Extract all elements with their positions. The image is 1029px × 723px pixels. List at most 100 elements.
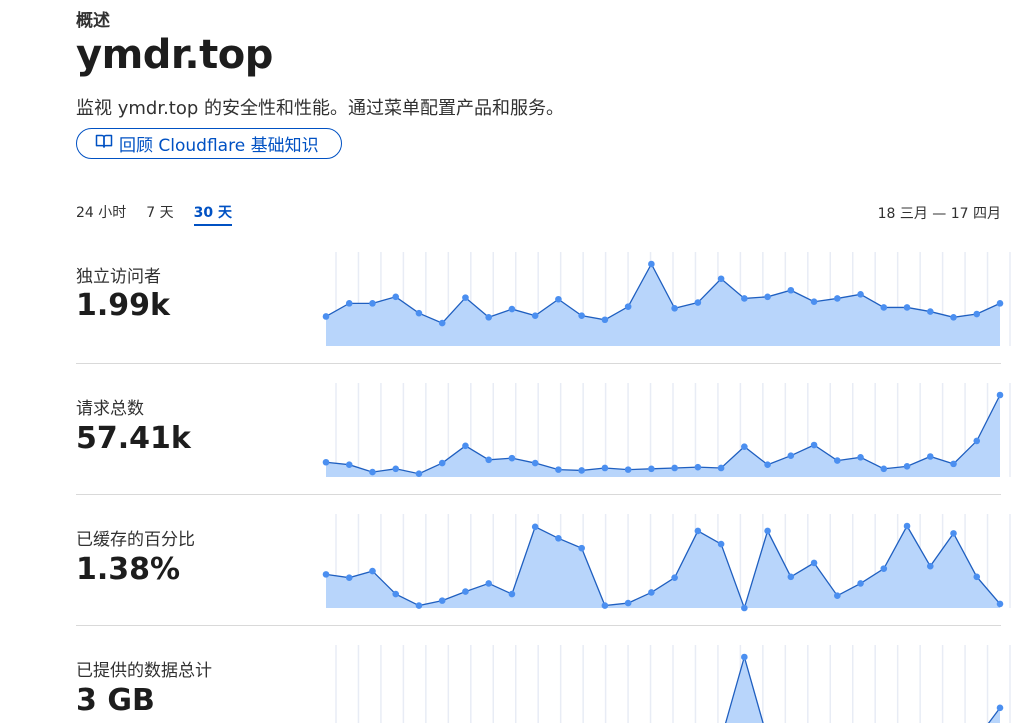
data-point[interactable] <box>438 597 446 604</box>
data-point[interactable] <box>996 600 1004 608</box>
data-point[interactable] <box>880 565 888 572</box>
data-point[interactable] <box>717 275 725 283</box>
data-point[interactable] <box>950 314 957 321</box>
data-point[interactable] <box>787 452 795 459</box>
data-point[interactable] <box>950 460 957 468</box>
tab-24h[interactable]: 24 小时 <box>76 202 126 226</box>
data-point[interactable] <box>694 463 702 471</box>
data-point[interactable] <box>694 527 702 535</box>
data-point[interactable] <box>578 312 585 319</box>
data-point[interactable] <box>810 441 818 449</box>
data-point[interactable] <box>973 310 981 318</box>
data-point[interactable] <box>810 559 818 567</box>
data-point[interactable] <box>996 391 1004 399</box>
data-point[interactable] <box>601 464 609 472</box>
data-point[interactable] <box>508 454 516 462</box>
data-point[interactable] <box>834 457 841 464</box>
data-point[interactable] <box>369 300 376 307</box>
data-point[interactable] <box>531 312 539 319</box>
data-point[interactable] <box>764 527 771 535</box>
data-point[interactable] <box>950 530 957 537</box>
data-point[interactable] <box>485 314 492 321</box>
data-point[interactable] <box>555 295 562 303</box>
data-point[interactable] <box>903 463 911 470</box>
data-point[interactable] <box>531 459 539 467</box>
data-point[interactable] <box>392 465 400 473</box>
data-point[interactable] <box>578 467 585 474</box>
data-point[interactable] <box>717 464 725 472</box>
data-point[interactable] <box>322 571 330 578</box>
data-point[interactable] <box>648 589 655 596</box>
metric-data-served[interactable]: 已提供的数据总计 3 GB <box>76 625 1011 723</box>
tab-30d[interactable]: 30 天 <box>193 202 232 226</box>
data-point[interactable] <box>462 588 469 595</box>
data-point[interactable] <box>741 443 748 450</box>
data-point[interactable] <box>741 653 748 661</box>
data-point[interactable] <box>531 523 539 531</box>
data-point[interactable] <box>973 573 981 581</box>
data-point[interactable] <box>880 465 888 473</box>
data-point[interactable] <box>415 602 423 609</box>
data-point[interactable] <box>648 260 655 268</box>
data-point[interactable] <box>624 466 632 473</box>
data-point[interactable] <box>322 458 330 466</box>
data-point[interactable] <box>555 466 562 473</box>
data-point[interactable] <box>880 304 888 311</box>
data-point[interactable] <box>345 300 353 307</box>
data-point[interactable] <box>834 295 841 302</box>
data-point[interactable] <box>834 592 841 599</box>
data-point[interactable] <box>973 437 981 445</box>
data-point[interactable] <box>741 295 748 302</box>
metric-total-requests[interactable]: 请求总数 57.41k <box>76 363 1011 494</box>
data-point[interactable] <box>764 293 771 301</box>
data-point[interactable] <box>438 319 446 327</box>
data-point[interactable] <box>717 540 725 548</box>
data-point[interactable] <box>601 602 609 609</box>
data-point[interactable] <box>555 535 562 542</box>
data-point[interactable] <box>601 316 609 324</box>
data-point[interactable] <box>903 522 911 530</box>
data-point[interactable] <box>624 303 632 310</box>
data-point[interactable] <box>369 468 376 476</box>
tab-7d[interactable]: 7 天 <box>146 202 173 226</box>
data-point[interactable] <box>926 308 934 315</box>
data-point[interactable] <box>810 298 818 306</box>
data-point[interactable] <box>857 291 864 298</box>
data-point[interactable] <box>415 309 423 317</box>
metric-unique-visitors[interactable]: 独立访问者 1.99k <box>76 232 1011 363</box>
data-point[interactable] <box>415 470 423 478</box>
data-point[interactable] <box>345 574 353 581</box>
data-point[interactable] <box>322 313 330 320</box>
data-point[interactable] <box>926 562 934 570</box>
data-point[interactable] <box>369 567 376 575</box>
data-point[interactable] <box>741 604 748 612</box>
data-point[interactable] <box>508 590 516 598</box>
data-point[interactable] <box>578 544 585 552</box>
data-point[interactable] <box>671 464 678 472</box>
metric-cached-percentage[interactable]: 已缓存的百分比 1.38% <box>76 494 1011 625</box>
data-point[interactable] <box>485 580 492 587</box>
data-point[interactable] <box>624 599 632 607</box>
data-point[interactable] <box>787 573 795 581</box>
data-point[interactable] <box>903 304 911 311</box>
data-point[interactable] <box>926 453 934 460</box>
data-point[interactable] <box>764 461 771 468</box>
data-point[interactable] <box>996 704 1004 712</box>
data-point[interactable] <box>694 299 702 306</box>
review-basics-button[interactable]: 回顾 Cloudflare 基础知识 <box>76 128 342 159</box>
data-point[interactable] <box>671 574 678 581</box>
data-point[interactable] <box>438 459 446 467</box>
data-point[interactable] <box>787 286 795 294</box>
data-point[interactable] <box>392 590 400 598</box>
data-point[interactable] <box>857 580 864 587</box>
data-point[interactable] <box>648 465 655 473</box>
data-point[interactable] <box>392 293 400 301</box>
data-point[interactable] <box>508 305 516 313</box>
data-point[interactable] <box>462 442 469 450</box>
data-point[interactable] <box>345 461 353 468</box>
data-point[interactable] <box>485 456 492 464</box>
data-point[interactable] <box>996 300 1004 307</box>
data-point[interactable] <box>462 294 469 301</box>
data-point[interactable] <box>857 454 864 461</box>
data-point[interactable] <box>671 304 678 312</box>
